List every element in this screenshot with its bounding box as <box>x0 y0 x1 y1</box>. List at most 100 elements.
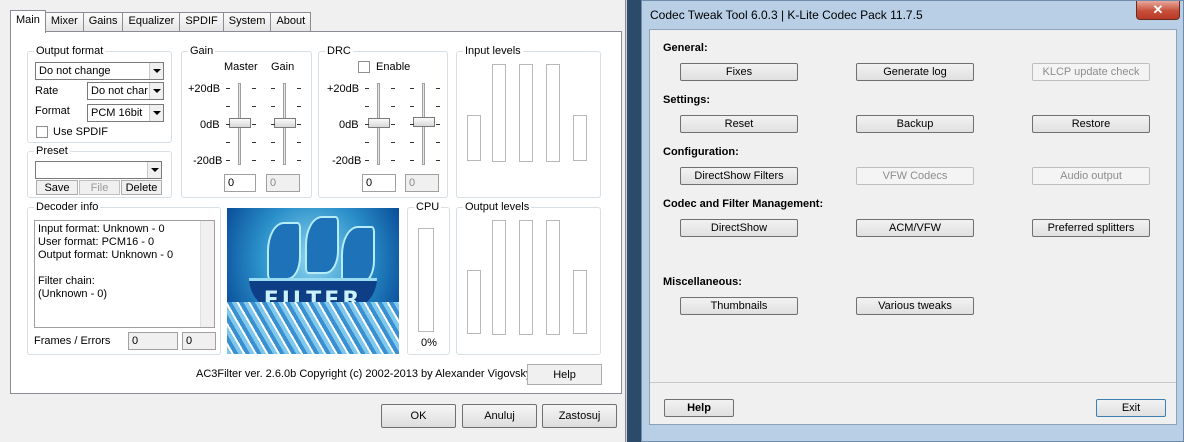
rate-label: Rate <box>35 85 59 97</box>
format-label: Format <box>35 105 70 117</box>
slider-tick <box>252 160 256 161</box>
tab-equalizer[interactable]: Equalizer <box>122 12 181 32</box>
slider-tick <box>436 124 440 125</box>
directshow-filters-button[interactable]: DirectShow Filters <box>680 167 798 185</box>
master-slider-thumb[interactable] <box>229 118 251 128</box>
slider-tick <box>410 142 414 143</box>
output-levels-title: Output levels <box>463 201 532 213</box>
preset-delete-button[interactable]: Delete <box>121 180 162 195</box>
gain-plus20-label: +20dB <box>188 83 221 95</box>
decoder-info-line <box>38 262 211 275</box>
slider-tick <box>391 88 395 89</box>
input-levels-title: Input levels <box>463 45 523 57</box>
various-tweaks-button[interactable]: Various tweaks <box>856 297 974 315</box>
drc-enable-checkbox[interactable] <box>358 61 370 73</box>
slider-tick <box>226 142 230 143</box>
tab-about[interactable]: About <box>270 12 312 32</box>
section-label: Codec and Filter Management: <box>663 198 824 210</box>
tab-mixer[interactable]: Mixer <box>44 12 84 32</box>
drc-zero-label: 0dB <box>339 119 359 131</box>
decoder-info-line: (Unknown - 0) <box>38 288 108 300</box>
output-format-select[interactable]: Do not change <box>35 62 164 80</box>
decoder-info-line: Input format: Unknown - 0 <box>38 223 165 235</box>
slider-tick <box>297 160 301 161</box>
slider-tick <box>271 124 275 125</box>
slider-tick <box>391 160 395 161</box>
tab-spdif[interactable]: SPDIF <box>179 12 224 32</box>
logo-sea <box>227 302 399 354</box>
directshow-button[interactable]: DirectShow <box>680 219 798 237</box>
drc-slider2-thumb[interactable] <box>413 117 435 127</box>
slider-tick <box>226 88 230 89</box>
gain-slider-thumb[interactable] <box>274 118 296 128</box>
restore-button[interactable]: Restore <box>1032 115 1150 133</box>
fixes-button[interactable]: Fixes <box>680 63 798 81</box>
slider-tick <box>410 124 414 125</box>
vfw-codecs-button[interactable]: VFW Codecs <box>856 167 974 185</box>
section-label: Configuration: <box>663 146 739 158</box>
drc-value2[interactable]: 0 <box>405 174 439 192</box>
klcp-update-check-button[interactable]: KLCP update check <box>1032 63 1150 81</box>
chevron-down-icon <box>149 83 163 99</box>
slider-tick <box>365 160 369 161</box>
tab-system[interactable]: System <box>222 12 272 32</box>
ctt-help-button[interactable]: Help <box>664 399 734 417</box>
tab-main[interactable]: Main <box>10 10 46 33</box>
slider-tick <box>436 142 440 143</box>
close-icon[interactable]: ✕ <box>1136 1 1180 20</box>
slider-tick <box>410 88 414 89</box>
cpu-meter <box>418 228 434 332</box>
ac3-help-button[interactable]: Help <box>527 364 602 385</box>
decoder-info-scrollbar[interactable] <box>200 221 214 327</box>
cancel-button[interactable]: Anuluj <box>462 404 537 428</box>
logo-sail <box>267 222 301 280</box>
slider-tick <box>226 160 230 161</box>
preset-select[interactable] <box>35 161 162 179</box>
generate-log-button[interactable]: Generate log <box>856 63 974 81</box>
exit-button[interactable]: Exit <box>1096 399 1166 417</box>
audio-output-button[interactable]: Audio output <box>1032 167 1150 185</box>
slider-tick <box>391 142 395 143</box>
tab-gains[interactable]: Gains <box>82 12 124 32</box>
thumbnails-button[interactable]: Thumbnails <box>680 297 798 315</box>
drc-value1[interactable]: 0 <box>362 174 396 192</box>
input-level-meter-4 <box>546 64 560 162</box>
preset-file-button[interactable]: File <box>79 180 120 195</box>
master-gain-value[interactable]: 0 <box>224 174 256 192</box>
codec-tweak-client: General: Fixes Generate log KLCP update che… <box>649 29 1177 425</box>
section-label: Miscellaneous: <box>663 276 742 288</box>
drc-minus20-label: -20dB <box>332 155 362 167</box>
slider-tick <box>365 106 369 107</box>
cpu-title: CPU <box>414 201 442 213</box>
slider-tick <box>252 88 256 89</box>
output-level-meter-4 <box>546 220 560 335</box>
use-spdif-checkbox[interactable] <box>36 126 48 138</box>
format-select[interactable]: PCM 16bit <box>87 104 164 122</box>
input-level-meter-2 <box>492 64 506 162</box>
slider-tick <box>365 142 369 143</box>
rate-select[interactable]: Do not char <box>87 82 164 100</box>
ok-button[interactable]: OK <box>381 404 456 428</box>
output-level-meter-1 <box>467 270 481 334</box>
apply-button[interactable]: Zastosuj <box>542 404 617 428</box>
slider-tick <box>365 88 369 89</box>
preset-save-button[interactable]: Save <box>36 180 78 195</box>
acm-vfw-button[interactable]: ACM/VFW <box>856 219 974 237</box>
chevron-down-icon <box>149 63 163 79</box>
decoder-info-text[interactable]: Input format: Unknown - 0 User format: P… <box>34 220 215 328</box>
cpu-value: 0% <box>421 337 437 349</box>
slider-tick <box>391 124 395 125</box>
gain-value[interactable]: 0 <box>266 174 300 192</box>
preset-title: Preset <box>34 145 70 157</box>
reset-button[interactable]: Reset <box>680 115 798 133</box>
gain-label: Gain <box>271 61 295 73</box>
slider-tick <box>252 142 256 143</box>
drc-slider1-thumb[interactable] <box>368 118 390 128</box>
slider-tick <box>226 124 230 125</box>
drc-enable-label: Enable <box>376 61 411 73</box>
slider-tick <box>226 106 230 107</box>
slider-tick <box>252 124 256 125</box>
preferred-splitters-button[interactable]: Preferred splitters <box>1032 219 1150 237</box>
output-level-meter-5 <box>573 270 587 334</box>
backup-button[interactable]: Backup <box>856 115 974 133</box>
